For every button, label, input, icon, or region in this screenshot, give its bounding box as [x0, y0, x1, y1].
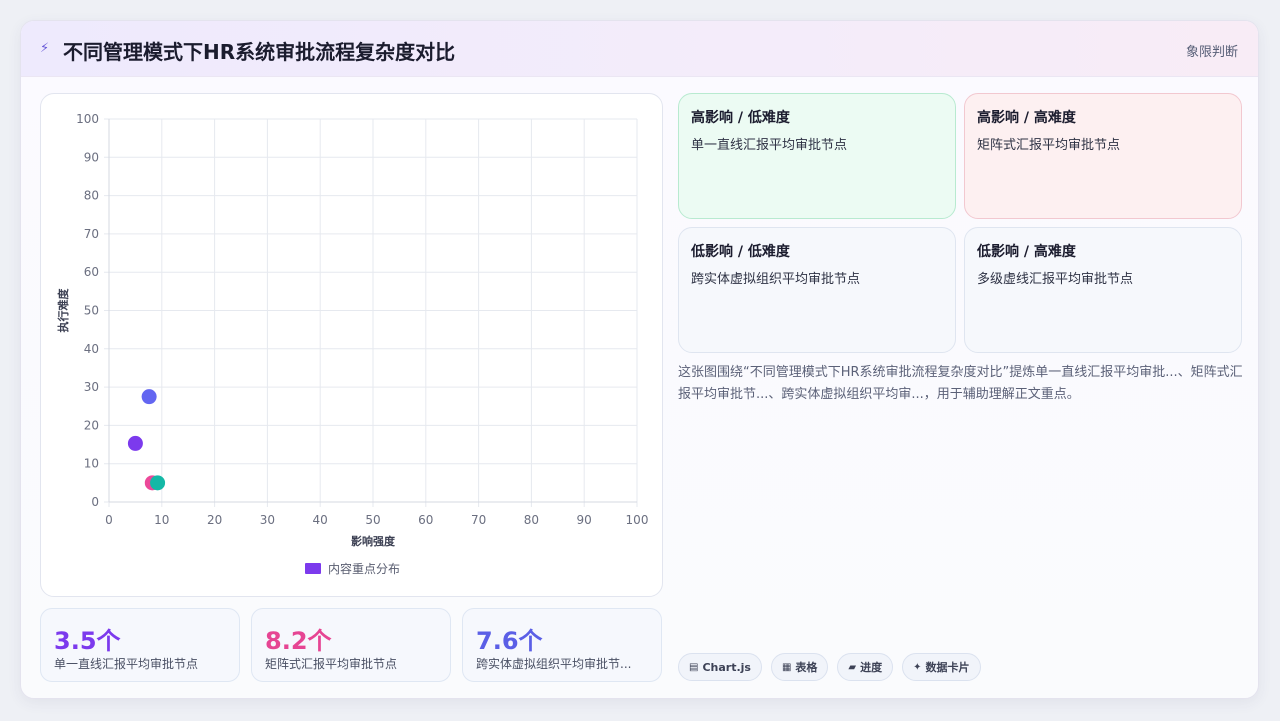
x-tick-label: 40: [313, 513, 328, 527]
y-tick-label: 30: [84, 380, 99, 394]
x-tick-label: 80: [524, 513, 539, 527]
x-tick-label: 10: [154, 513, 169, 527]
chip-data-cards[interactable]: ✦ 数据卡片: [902, 653, 981, 681]
x-tick-label: 20: [207, 513, 222, 527]
table-icon: ▦: [781, 661, 792, 673]
chip-label: 数据卡片: [925, 661, 970, 674]
x-tick-label: 70: [471, 513, 486, 527]
x-tick-label: 30: [260, 513, 275, 527]
quadrant-text: 跨实体虚拟组织平均审批节点: [691, 272, 861, 287]
progress-icon: ▰: [848, 661, 857, 673]
header-tag: 象限判断: [1185, 45, 1238, 60]
x-tick-label: 90: [577, 513, 592, 527]
y-tick-label: 50: [84, 304, 99, 318]
header-bar: ⚡ 不同管理模式下HR系统审批流程复杂度对比 象限判断: [21, 21, 1258, 77]
quadrant-text: 单一直线汇报平均审批节点: [691, 138, 848, 153]
stat-card-1: 3.5个 单一直线汇报平均审批节点: [40, 608, 240, 682]
y-tick-label: 0: [91, 495, 99, 509]
x-axis-title: 影响强度: [351, 534, 396, 548]
data-point: [141, 389, 157, 405]
quadrant-title: 低影响 / 高难度: [977, 244, 1076, 260]
y-tick-label: 100: [76, 112, 99, 126]
legend-swatch: [305, 563, 321, 574]
x-tick-label: 50: [365, 513, 380, 527]
legend-label: 内容重点分布: [328, 561, 400, 576]
page-title: 不同管理模式下HR系统审批流程复杂度对比: [63, 40, 456, 64]
quadrant-low-impact-high-difficulty: 低影响 / 高难度 多级虚线汇报平均审批节点: [964, 227, 1242, 353]
y-tick-label: 90: [84, 150, 99, 164]
chart-icon: ▤: [689, 661, 699, 673]
x-tick-label: 100: [626, 513, 649, 527]
chip-chartjs[interactable]: ▤ Chart.js: [678, 653, 762, 681]
chart-description: 这张图围绕“不同管理模式下HR系统审批流程复杂度对比”提炼单一直线汇报平均审批.…: [678, 365, 1243, 402]
y-tick-label: 60: [84, 265, 99, 279]
stat-label: 矩阵式汇报平均审批节点: [265, 657, 398, 671]
y-tick-label: 10: [84, 457, 99, 471]
stat-card-2: 8.2个 矩阵式汇报平均审批节点: [251, 608, 451, 682]
quadrant-title: 高影响 / 低难度: [691, 110, 790, 126]
chip-table[interactable]: ▦ 表格: [770, 653, 829, 681]
stat-value: 8.2个: [265, 627, 332, 655]
quadrant-text: 多级虚线汇报平均审批节点: [977, 272, 1134, 287]
quadrant-text: 矩阵式汇报平均审批节点: [977, 138, 1121, 153]
quadrant-title: 高影响 / 高难度: [977, 110, 1076, 126]
x-tick-label: 0: [105, 513, 113, 527]
stat-value: 3.5个: [54, 627, 121, 655]
y-axis-title: 执行难度: [56, 288, 70, 333]
y-tick-label: 40: [84, 342, 99, 356]
quadrant-high-impact-low-difficulty: 高影响 / 低难度 单一直线汇报平均审批节点: [678, 93, 956, 219]
main-card: ⚡ 不同管理模式下HR系统审批流程复杂度对比 象限判断 0 10 20 30 40 50 6…: [20, 20, 1259, 699]
quadrant-high-impact-high-difficulty: 高影响 / 高难度 矩阵式汇报平均审批节点: [964, 93, 1242, 219]
scatter-chart: 0 10 20 30 40 50 60 70 80 90 100 0 10 20 30 40 50 60 70 80 9…: [56, 112, 649, 576]
chip-row: ▤ Chart.js ▦ 表格 ▰ 进度 ✦ 数据卡片: [678, 653, 981, 681]
scatter-chart-panel: 0 10 20 30 40 50 60 70 80 90 100 0 10 20 30 40 50 60 70 80 9…: [40, 93, 663, 597]
lightning-icon: ⚡: [40, 41, 50, 56]
quadrant-title: 低影响 / 低难度: [691, 244, 790, 260]
data-point: [127, 435, 143, 451]
y-tick-label: 80: [84, 189, 99, 203]
chip-label: 进度: [860, 661, 883, 674]
y-tick-label: 20: [84, 418, 99, 432]
quadrant-low-impact-low-difficulty: 低影响 / 低难度 跨实体虚拟组织平均审批节点: [678, 227, 956, 353]
chip-label: Chart.js: [702, 660, 751, 674]
chip-label: 表格: [795, 661, 818, 674]
data-point: [150, 475, 166, 491]
stat-value: 7.6个: [476, 627, 543, 655]
chip-progress[interactable]: ▰ 进度: [837, 653, 894, 681]
y-tick-label: 70: [84, 227, 99, 241]
stat-label: 单一直线汇报平均审批节点: [54, 657, 199, 671]
stat-label: 跨实体虚拟组织平均审批节...: [476, 657, 632, 671]
x-tick-label: 60: [418, 513, 433, 527]
sparkle-icon: ✦: [913, 661, 922, 673]
stat-card-3: 7.6个 跨实体虚拟组织平均审批节...: [462, 608, 662, 682]
